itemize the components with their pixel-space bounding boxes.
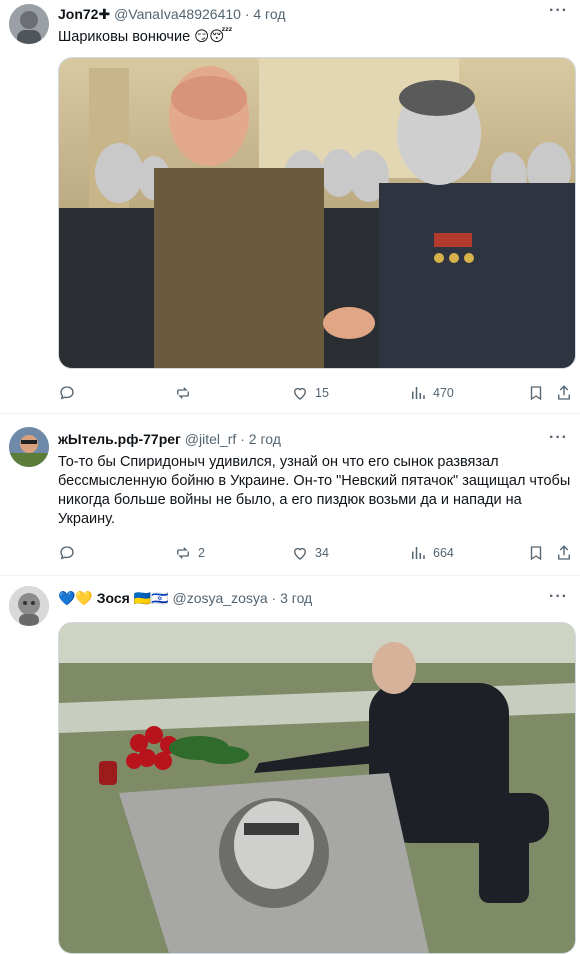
views-count: 664 [433, 546, 454, 560]
post-text: Шариковы вонючие 😏😴 [58, 29, 233, 45]
author-name[interactable]: Jon72✚ [58, 6, 110, 22]
share-icon [558, 545, 570, 560]
reply-button[interactable] [58, 382, 82, 404]
share-button[interactable] [555, 382, 579, 404]
views-icon [412, 547, 425, 559]
avatar[interactable] [9, 427, 49, 467]
post-2[interactable]: жЫтель.рф-77рег @jitel_rf · 2 год ··· То… [0, 414, 580, 575]
post-actions: 15 470 [58, 382, 574, 404]
image-wreath-laying [59, 623, 575, 953]
views-icon [412, 387, 425, 399]
repost-count: 2 [198, 546, 205, 560]
post-time[interactable]: · 4 год [245, 6, 286, 22]
post-text: То-то бы Спиридоныч удивился, узнай он ч… [58, 454, 571, 527]
author-handle[interactable]: @VanaIva48926410 [114, 6, 241, 22]
like-count: 15 [315, 386, 329, 400]
repost-icon [177, 547, 189, 559]
views-count: 470 [433, 386, 454, 400]
like-button[interactable]: 15 [291, 382, 329, 404]
post-time[interactable]: · 2 год [240, 431, 281, 447]
repost-button[interactable]: 2 [174, 542, 205, 564]
more-horizontal-icon[interactable]: ··· [549, 588, 568, 606]
author-name[interactable]: жЫтель.рф-77рег [58, 431, 181, 447]
post-header: Jon72✚ @VanaIva48926410 · 4 год [58, 6, 286, 23]
like-count: 34 [315, 546, 329, 560]
avatar[interactable] [9, 586, 49, 626]
bookmark-button[interactable] [527, 542, 551, 564]
post-image[interactable] [58, 622, 576, 954]
reply-icon [60, 546, 74, 560]
bookmark-button[interactable] [527, 382, 551, 404]
share-button[interactable] [555, 542, 579, 564]
author-handle[interactable]: @jitel_rf [185, 431, 237, 447]
reply-button[interactable] [58, 542, 82, 564]
views-button[interactable]: 664 [409, 542, 454, 564]
like-icon [294, 387, 306, 400]
post-header: жЫтель.рф-77рег @jitel_rf · 2 год [58, 431, 281, 447]
like-icon [294, 547, 306, 560]
like-button[interactable]: 34 [291, 542, 329, 564]
post-3[interactable]: 💙💛 Зося 🇺🇦🇮🇱 @zosya_zosya · 3 год ··· [0, 576, 580, 954]
share-icon [558, 385, 570, 400]
post-actions: 2 34 664 [58, 542, 574, 564]
repost-button[interactable] [174, 382, 198, 404]
bookmark-icon [530, 546, 542, 561]
post-header: 💙💛 Зося 🇺🇦🇮🇱 @zosya_zosya · 3 год [58, 590, 312, 607]
repost-icon [177, 387, 189, 399]
reply-icon [60, 386, 74, 400]
post-time[interactable]: · 3 год [272, 590, 313, 606]
author-handle[interactable]: @zosya_zosya [173, 590, 268, 606]
post-image[interactable] [58, 57, 576, 369]
bookmark-icon [530, 386, 542, 401]
image-officers-handshake [59, 58, 575, 368]
author-name[interactable]: 💙💛 Зося 🇺🇦🇮🇱 [58, 590, 169, 606]
more-horizontal-icon[interactable]: ··· [549, 2, 568, 20]
views-button[interactable]: 470 [409, 382, 454, 404]
post-1[interactable]: Jon72✚ @VanaIva48926410 · 4 год ··· Шари… [0, 0, 580, 413]
avatar[interactable] [9, 4, 49, 44]
more-horizontal-icon[interactable]: ··· [549, 429, 568, 447]
